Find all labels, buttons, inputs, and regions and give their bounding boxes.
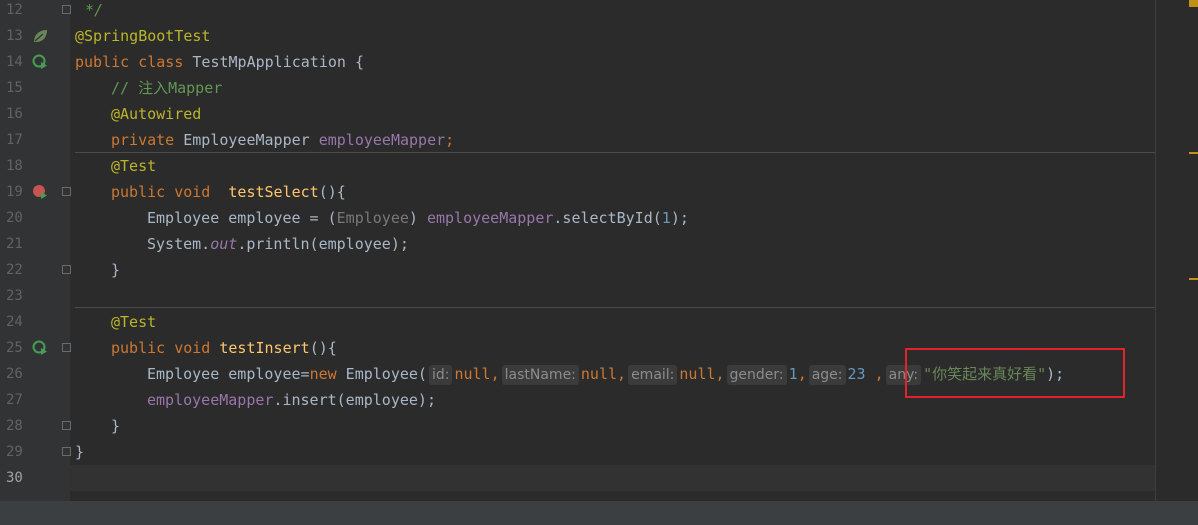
class-declaration: public class TestMpApplication { bbox=[75, 53, 364, 71]
line-number: 19 bbox=[6, 184, 23, 200]
fold-icon[interactable] bbox=[62, 187, 71, 196]
line-number: 16 bbox=[6, 106, 23, 122]
code-line: 23 bbox=[0, 283, 1198, 309]
code-line: 29 } bbox=[0, 439, 1198, 465]
line-number: 14 bbox=[6, 54, 23, 70]
annotation-text: @Test bbox=[111, 313, 157, 331]
annotation-text: @Autowired bbox=[111, 105, 202, 123]
field-declaration: private EmployeeMapper employeeMapper; bbox=[111, 131, 455, 149]
breakpoint-run-icon[interactable] bbox=[32, 184, 48, 200]
fold-icon[interactable] bbox=[62, 5, 71, 14]
param-hint: age: bbox=[808, 365, 846, 385]
comment-text: */ bbox=[85, 1, 104, 19]
line-number: 30 bbox=[6, 470, 23, 486]
code-line: 16 @Autowired bbox=[0, 101, 1198, 127]
line-number: 26 bbox=[6, 366, 23, 382]
code-line: 12 */ bbox=[0, 0, 1198, 23]
line-number: 15 bbox=[6, 80, 23, 96]
method-declaration: public void testInsert(){ bbox=[111, 339, 337, 357]
closing-brace: } bbox=[75, 443, 85, 461]
statement: System.out.println(employee); bbox=[147, 235, 409, 253]
horizontal-scrollbar-area[interactable] bbox=[0, 501, 1198, 525]
code-line: 24 @Test bbox=[0, 309, 1198, 335]
annotation-highlight-box bbox=[905, 348, 1125, 398]
line-number: 18 bbox=[6, 158, 23, 174]
code-line: 17 private EmployeeMapper employeeMapper… bbox=[0, 127, 1198, 153]
line-number: 23 bbox=[6, 288, 23, 304]
comment-text: // 注入Mapper bbox=[111, 79, 223, 97]
caret-row-highlight bbox=[70, 465, 1155, 491]
line-number: 24 bbox=[6, 314, 23, 330]
line-number: 12 bbox=[6, 2, 23, 18]
spring-bean-icon[interactable] bbox=[32, 28, 48, 44]
method-declaration: public void testSelect(){ bbox=[111, 183, 346, 201]
statement: employeeMapper.insert(employee); bbox=[147, 391, 436, 409]
closing-brace: } bbox=[111, 261, 121, 279]
run-test-icon[interactable] bbox=[32, 340, 48, 356]
line-number: 29 bbox=[6, 444, 23, 460]
param-hint: gender: bbox=[726, 365, 787, 385]
code-line: 21 System.out.println(employee); bbox=[0, 231, 1198, 257]
line-number: 17 bbox=[6, 132, 23, 148]
method-separator bbox=[75, 307, 1155, 308]
line-number: 21 bbox=[6, 236, 23, 252]
current-code-line[interactable]: 30 bbox=[0, 465, 1198, 491]
annotation-text: @Test bbox=[111, 157, 157, 175]
statement: Employee employee = (Employee) employeeM… bbox=[147, 209, 689, 227]
code-line: 28 } bbox=[0, 413, 1198, 439]
fold-icon[interactable] bbox=[62, 447, 71, 456]
code-line: 18 @Test bbox=[0, 153, 1198, 179]
param-hint: email: bbox=[628, 365, 678, 385]
fold-icon[interactable] bbox=[62, 265, 71, 274]
line-number: 20 bbox=[6, 210, 23, 226]
param-hint: lastName: bbox=[501, 365, 579, 385]
annotation-text: @SpringBootTest bbox=[75, 27, 211, 45]
code-line: 15 // 注入Mapper bbox=[0, 75, 1198, 101]
code-line: 19 public void testSelect(){ bbox=[0, 179, 1198, 205]
code-line: 14 public class TestMpApplication { bbox=[0, 49, 1198, 75]
line-number: 25 bbox=[6, 340, 23, 356]
code-line: 20 Employee employee = (Employee) employ… bbox=[0, 205, 1198, 231]
fold-icon[interactable] bbox=[62, 421, 71, 430]
line-number: 27 bbox=[6, 392, 23, 408]
fold-icon[interactable] bbox=[62, 343, 71, 352]
param-hint: id: bbox=[428, 365, 453, 385]
line-number: 22 bbox=[6, 262, 23, 278]
run-test-icon[interactable] bbox=[32, 54, 48, 70]
code-line: 13 @SpringBootTest bbox=[0, 23, 1198, 49]
line-number: 28 bbox=[6, 418, 23, 434]
line-number: 13 bbox=[6, 28, 23, 44]
closing-brace: } bbox=[111, 417, 121, 435]
code-line: 22 } bbox=[0, 257, 1198, 283]
